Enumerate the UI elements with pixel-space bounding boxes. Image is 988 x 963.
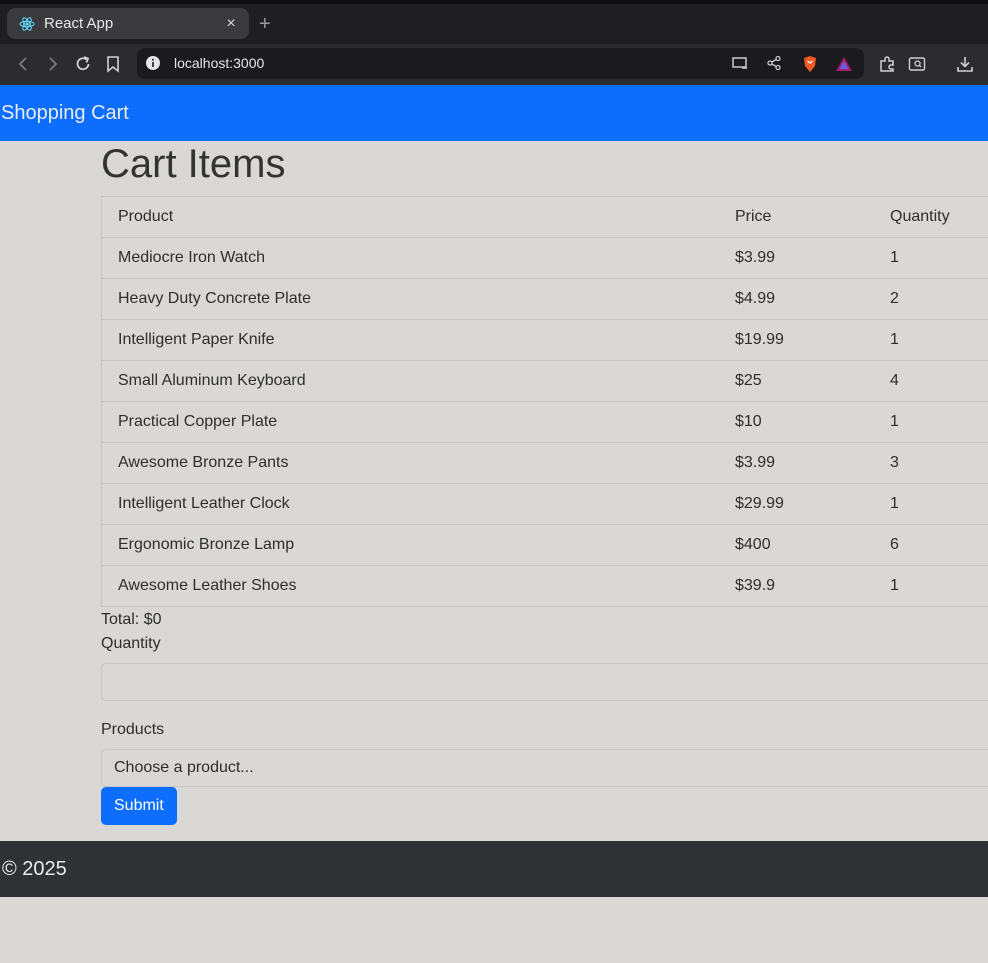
cell-quantity: 6 [874,524,988,566]
brave-shield-icon[interactable] [801,55,819,78]
cell-product: Intelligent Paper Knife [101,319,719,361]
bookmark-icon[interactable] [103,54,123,74]
cell-price: $400 [719,524,874,566]
cell-price: $3.99 [719,442,874,484]
cell-quantity: 2 [874,278,988,320]
quantity-input[interactable] [101,663,988,701]
tab-title: React App [44,15,114,32]
reload-icon[interactable] [73,54,93,74]
cell-product: Heavy Duty Concrete Plate [101,278,719,320]
table-row: Ergonomic Bronze Lamp $400 6 [101,524,988,566]
table-row: Mediocre Iron Watch $3.99 1 [101,237,988,279]
main-content: Cart Items Product Price Quantity Medioc… [101,141,988,825]
cell-price: $3.99 [719,237,874,279]
cell-price: $29.99 [719,483,874,525]
table-row: Intelligent Paper Knife $19.99 1 [101,319,988,361]
cell-quantity: 1 [874,483,988,525]
cell-quantity: 4 [874,360,988,402]
navbar-brand[interactable]: Shopping Cart [1,102,129,125]
browser-tab[interactable]: React App × [7,8,249,39]
cell-product: Mediocre Iron Watch [101,237,719,279]
cell-quantity: 1 [874,237,988,279]
cell-price: $25 [719,360,874,402]
submit-button[interactable]: Submit [101,787,177,825]
products-label: Products [101,721,165,738]
column-header-price: Price [719,196,874,238]
cell-price: $39.9 [735,577,776,594]
site-info-icon[interactable] [145,55,161,76]
cell-product: Small Aluminum Keyboard [101,360,719,402]
table-header-row: Product Price Quantity [101,196,988,238]
app-navbar: Shopping Cart [0,85,988,141]
cell-product: Awesome Bronze Pants [101,442,719,484]
forward-icon[interactable] [43,54,63,74]
table-row: Small Aluminum Keyboard $25 4 [101,360,988,402]
table-row: Heavy Duty Concrete Plate $4.99 2 [101,278,988,320]
back-icon[interactable] [13,54,33,74]
react-favicon-icon [18,15,36,33]
cell-product: Practical Copper Plate [101,401,719,443]
table-row: Awesome Bronze Pants $3.99 3 [101,442,988,484]
browser-tab-strip: React App × + [0,0,988,44]
cell-product: Intelligent Leather Clock [101,483,719,525]
new-tab-button[interactable]: + [259,14,271,34]
cell-quantity: 1 [874,401,988,443]
cast-icon[interactable] [731,55,749,76]
app-footer: © 2025 [0,841,988,897]
cell-quantity: 1 [874,319,988,361]
table-row: Intelligent Leather Clock $29.99 1 [101,483,988,525]
browser-toolbar: localhost:3000 [0,44,988,85]
tab-close-icon[interactable]: × [219,15,243,33]
address-bar[interactable]: localhost:3000 [137,48,864,79]
sidebar-search-icon[interactable] [907,54,927,74]
table-row: Awesome Leather Shoes $39.9 1 [102,566,988,607]
url-text: localhost:3000 [174,55,265,71]
cell-price: $4.99 [719,278,874,320]
cell-product: Awesome Leather Shoes [118,577,297,594]
page-title: Cart Items [101,142,286,186]
quantity-label: Quantity [101,635,161,652]
cell-price: $19.99 [719,319,874,361]
cell-quantity: 3 [874,442,988,484]
column-header-quantity: Quantity [874,196,988,238]
cell-price: $10 [719,401,874,443]
column-header-product: Product [101,196,719,238]
cart-total: Total: $0 [101,611,162,628]
footer-copyright: © 2025 [2,858,67,880]
brave-rewards-icon[interactable] [835,55,853,78]
share-icon[interactable] [766,55,782,76]
products-select[interactable]: Choose a product... [101,749,988,787]
download-icon[interactable] [955,54,975,74]
extensions-icon[interactable] [877,54,897,74]
cart-table: Product Price Quantity Mediocre Iron Wat… [101,196,988,607]
table-row: Practical Copper Plate $10 1 [101,401,988,443]
cell-product: Ergonomic Bronze Lamp [101,524,719,566]
cell-quantity: 1 [890,577,899,594]
